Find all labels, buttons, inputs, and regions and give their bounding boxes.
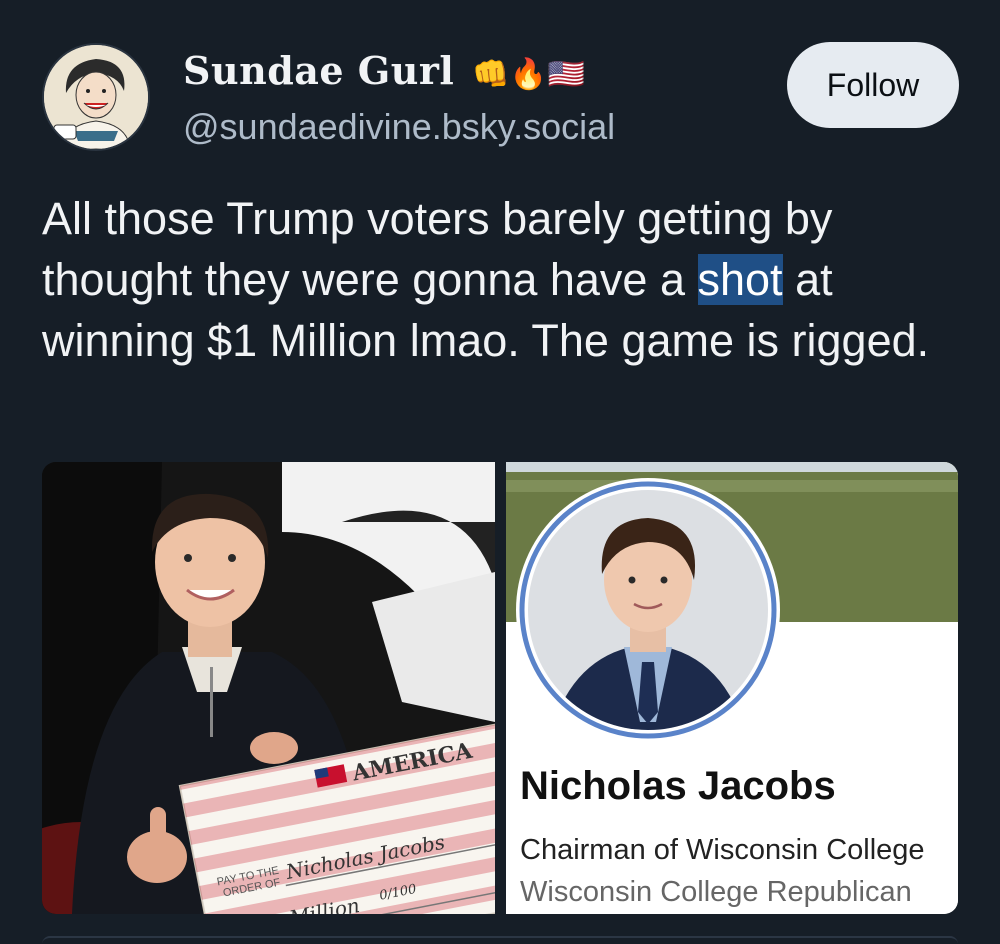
next-post-divider	[42, 936, 958, 944]
post-text: All those Trump voters barely getting by…	[42, 188, 942, 371]
author-handle[interactable]: @sundaedivine.bsky.social	[183, 106, 615, 148]
author-avatar[interactable]	[42, 43, 150, 151]
profile-name: Nicholas Jacobs	[520, 764, 836, 808]
follow-button[interactable]: Follow	[787, 42, 959, 128]
profile-title: Chairman of Wisconsin College	[520, 834, 925, 866]
name-emojis-icon: 👊🔥🇺🇸	[472, 57, 586, 92]
profile-org: Wisconsin College Republican	[520, 876, 912, 908]
author-display-name[interactable]: Sundae Gurl 👊🔥🇺🇸	[183, 48, 586, 93]
display-name-text: Sundae Gurl	[183, 48, 455, 93]
post-image-right[interactable]: Nicholas Jacobs Chairman of Wisconsin Co…	[506, 462, 958, 914]
post-image-left[interactable]: AMERICA PAY TO THE ORDER OF Nicholas Jac…	[42, 462, 495, 914]
post-card: Sundae Gurl 👊🔥🇺🇸 @sundaedivine.bsky.soci…	[0, 0, 1000, 944]
selected-text[interactable]: shot	[697, 254, 783, 305]
